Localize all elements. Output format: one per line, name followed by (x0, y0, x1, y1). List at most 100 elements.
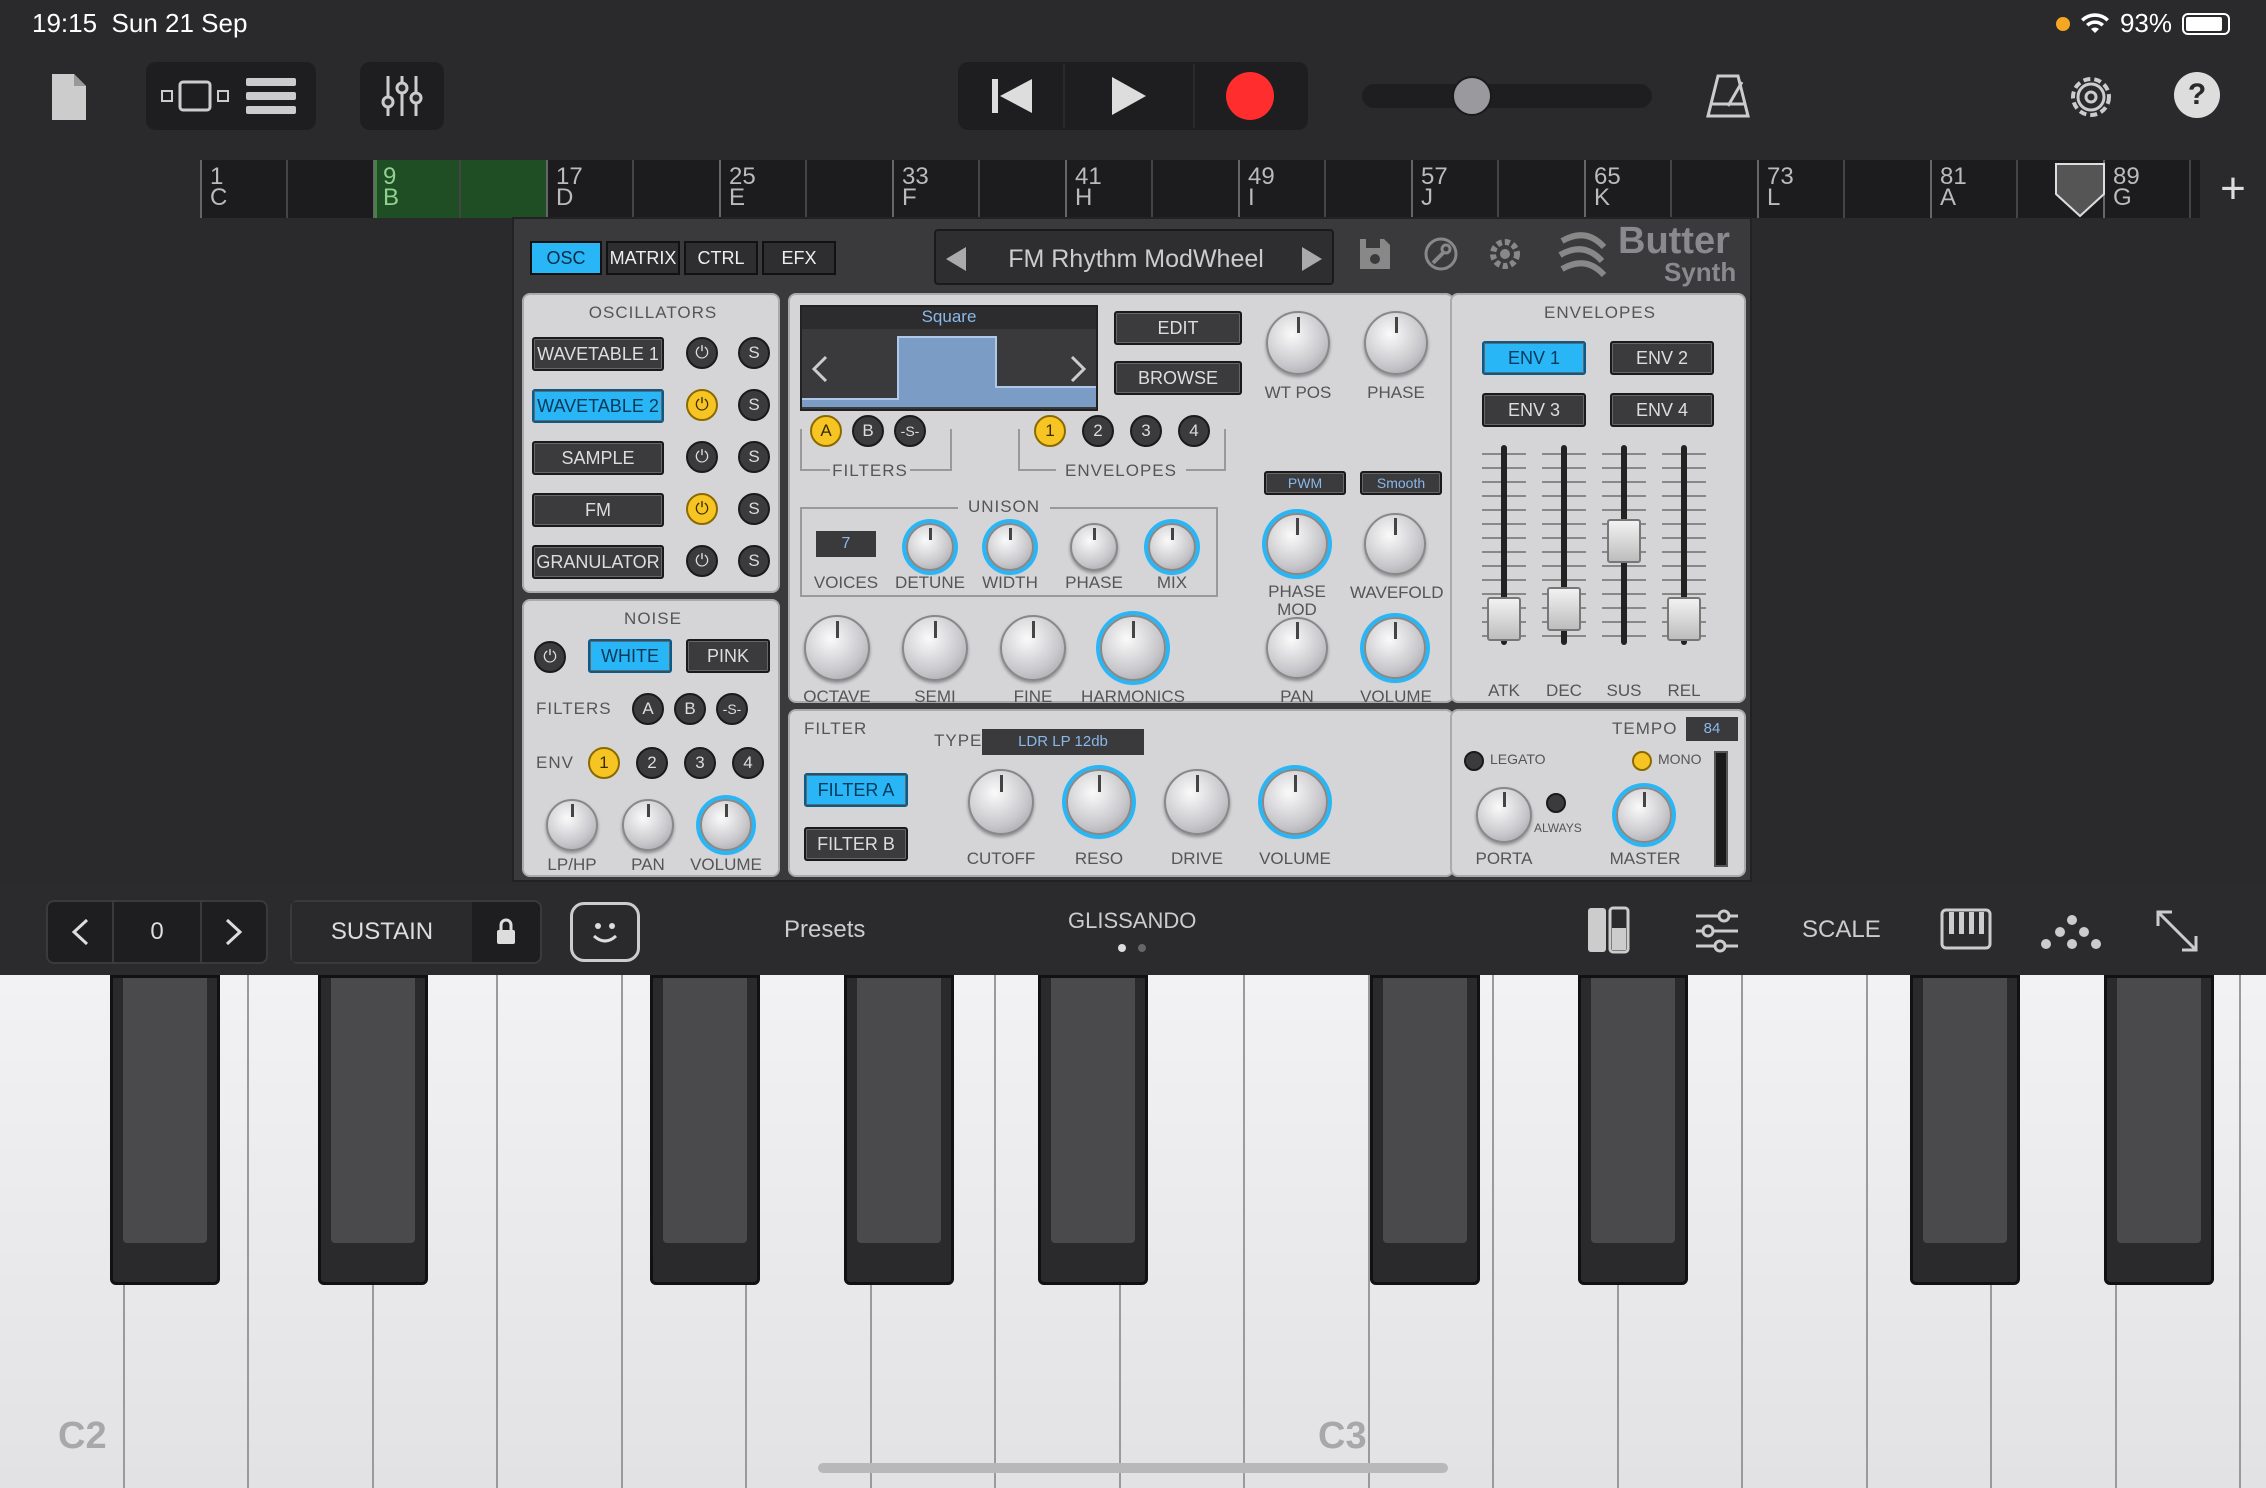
master-volume-slider[interactable] (1362, 76, 1652, 116)
mono-toggle[interactable] (1632, 751, 1652, 771)
fine-knob[interactable] (1000, 615, 1066, 681)
sustain-button[interactable]: SUSTAIN (292, 902, 472, 962)
osc1-power-icon[interactable]: ⏻ (686, 337, 718, 369)
dec-fader-handle[interactable] (1547, 587, 1581, 631)
record-button[interactable] (1195, 64, 1305, 128)
settings-button[interactable] (2062, 68, 2120, 126)
timeline-marker[interactable]: 33 F (892, 160, 929, 218)
black-key[interactable] (318, 975, 428, 1285)
wave-next-icon[interactable] (1070, 355, 1086, 383)
wave-env1-button[interactable]: 1 (1034, 415, 1066, 447)
save-preset-icon[interactable] (1358, 237, 1392, 271)
timeline-marker[interactable]: 25 E (719, 160, 756, 218)
wave-filter-b-button[interactable]: B (852, 415, 884, 447)
black-key[interactable] (1910, 975, 2020, 1285)
synth-settings-gear-icon[interactable] (1488, 237, 1522, 271)
timeline-marker[interactable]: 41 H (1065, 160, 1102, 218)
env1-button[interactable]: ENV 1 (1482, 341, 1586, 375)
help-button[interactable]: ? (2174, 72, 2220, 118)
document-icon[interactable] (44, 70, 92, 124)
semi-knob[interactable] (902, 615, 968, 681)
atk-fader-handle[interactable] (1487, 597, 1521, 641)
rel-fader-handle[interactable] (1667, 597, 1701, 641)
osc5-solo-button[interactable]: S (738, 545, 770, 577)
preset-prev-icon[interactable] (944, 245, 968, 273)
wave-prev-icon[interactable] (812, 355, 828, 383)
noise-pan-knob[interactable] (622, 799, 674, 851)
env3-button[interactable]: ENV 3 (1482, 393, 1586, 427)
black-key[interactable] (844, 975, 954, 1285)
harmonics-knob[interactable] (1100, 615, 1166, 681)
pwm-button[interactable]: PWM (1264, 471, 1346, 495)
filter-type-select[interactable]: LDR LP 12db (982, 729, 1144, 755)
unison-detune-knob[interactable] (906, 523, 954, 571)
noise-power-icon[interactable]: ⏻ (534, 641, 566, 673)
black-key[interactable] (110, 975, 220, 1285)
tab-ctrl[interactable]: CTRL (684, 241, 758, 275)
list-view-icon[interactable] (236, 66, 306, 126)
timeline-marker[interactable]: 9B (373, 160, 399, 218)
reso-knob[interactable] (1066, 769, 1132, 835)
tab-osc[interactable]: OSC (530, 241, 602, 275)
timeline-marker[interactable]: 73 L (1757, 160, 1794, 218)
osc4-solo-button[interactable]: S (738, 493, 770, 525)
filter-volume-knob[interactable] (1262, 769, 1328, 835)
noise-env4-button[interactable]: 4 (732, 747, 764, 779)
smooth-button[interactable]: Smooth (1360, 471, 1442, 495)
page-dot[interactable] (1138, 944, 1146, 952)
osc4-power-icon[interactable]: ⏻ (686, 493, 718, 525)
unison-voices-value[interactable]: 7 (816, 531, 876, 557)
expand-button[interactable] (2154, 908, 2200, 954)
tracks-view-icon[interactable] (156, 66, 236, 126)
cutoff-knob[interactable] (968, 769, 1034, 835)
wave-browse-button[interactable]: BROWSE (1114, 361, 1242, 395)
always-toggle[interactable] (1546, 793, 1566, 813)
play-button[interactable] (1065, 64, 1195, 128)
osc2-power-icon[interactable]: ⏻ (686, 389, 718, 421)
noise-pink-button[interactable]: PINK (686, 639, 770, 673)
octave-down-button[interactable] (48, 902, 114, 962)
noise-env1-button[interactable]: 1 (588, 747, 620, 779)
osc-wavetable2-button[interactable]: WAVETABLE 2 (532, 389, 664, 423)
rewind-button[interactable] (961, 64, 1065, 128)
black-key[interactable] (1370, 975, 1480, 1285)
osc-pan-knob[interactable] (1266, 617, 1328, 679)
wt-pos-knob[interactable] (1266, 311, 1330, 375)
volume-slider-thumb[interactable] (1452, 76, 1492, 116)
glissando-label[interactable]: GLISSANDO (1068, 908, 1196, 934)
osc3-power-icon[interactable]: ⏻ (686, 441, 718, 473)
osc-volume-knob[interactable] (1364, 617, 1426, 679)
env4-button[interactable]: ENV 4 (1610, 393, 1714, 427)
noise-lphp-knob[interactable] (546, 799, 598, 851)
preset-selector[interactable]: FM Rhythm ModWheel (934, 229, 1334, 285)
wave-filter-a-button[interactable]: A (810, 415, 842, 447)
presets-button[interactable]: Presets (784, 916, 865, 944)
osc-fm-button[interactable]: FM (532, 493, 664, 527)
noise-env3-button[interactable]: 3 (684, 747, 716, 779)
white-key[interactable] (2241, 975, 2266, 1488)
black-key[interactable] (1578, 975, 1688, 1285)
timeline-marker[interactable]: 1C (200, 160, 227, 218)
noise-filter-a-button[interactable]: A (632, 693, 664, 725)
playhead[interactable] (2054, 162, 2106, 218)
tab-matrix[interactable]: MATRIX (606, 241, 680, 275)
unison-phase-knob[interactable] (1070, 523, 1118, 571)
master-knob[interactable] (1616, 787, 1672, 843)
black-key[interactable] (1038, 975, 1148, 1285)
env2-button[interactable]: ENV 2 (1610, 341, 1714, 375)
black-key[interactable] (650, 975, 760, 1285)
legato-toggle[interactable] (1464, 751, 1484, 771)
white-key[interactable] (1245, 975, 1370, 1488)
smart-controls-button[interactable] (570, 902, 640, 962)
scale-button[interactable]: SCALE (1802, 916, 1881, 944)
tab-efx[interactable]: EFX (762, 241, 836, 275)
osc-sample-button[interactable]: SAMPLE (532, 441, 664, 475)
keyboard-layout-button[interactable] (1940, 908, 1992, 952)
osc-wavetable1-button[interactable]: WAVETABLE 1 (532, 337, 664, 371)
drive-knob[interactable] (1164, 769, 1230, 835)
metronome-button[interactable] (1700, 68, 1756, 124)
timeline-marker[interactable]: 49 I (1238, 160, 1275, 218)
wave-edit-button[interactable]: EDIT (1114, 311, 1242, 345)
osc5-power-icon[interactable]: ⏻ (686, 545, 718, 577)
noise-env2-button[interactable]: 2 (636, 747, 668, 779)
